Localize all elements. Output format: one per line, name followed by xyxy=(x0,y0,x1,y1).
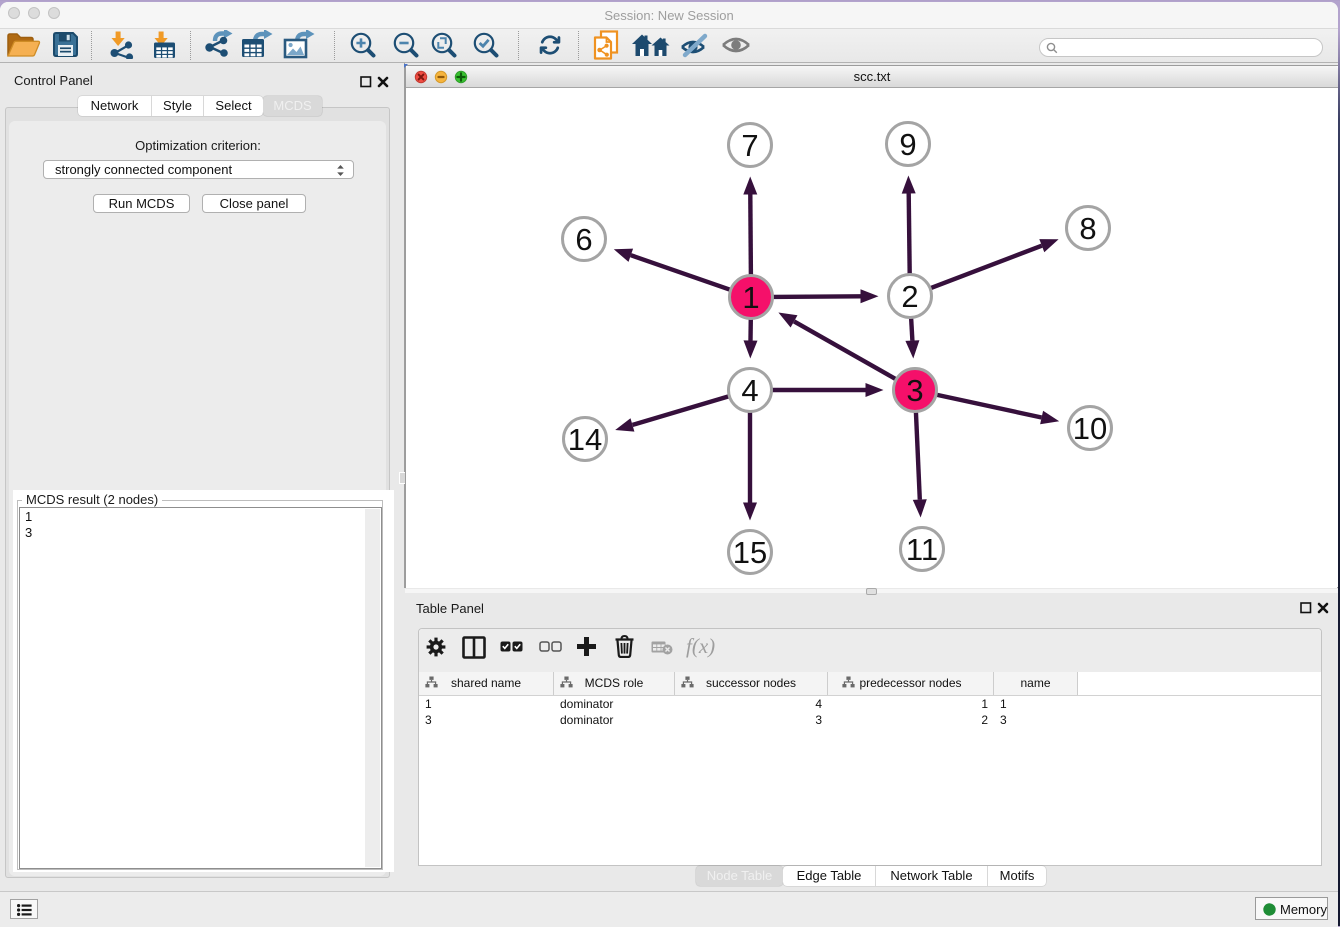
svg-text:4: 4 xyxy=(741,373,758,408)
svg-text:9: 9 xyxy=(899,127,916,162)
svg-text:3: 3 xyxy=(906,373,923,408)
svg-text:15: 15 xyxy=(733,535,767,570)
svg-text:6: 6 xyxy=(575,222,592,257)
svg-text:8: 8 xyxy=(1079,211,1096,246)
svg-text:2: 2 xyxy=(901,279,918,314)
svg-text:10: 10 xyxy=(1073,411,1107,446)
svg-text:1: 1 xyxy=(742,280,759,315)
svg-text:7: 7 xyxy=(741,128,758,163)
svg-text:14: 14 xyxy=(568,422,602,457)
svg-text:11: 11 xyxy=(906,532,938,567)
